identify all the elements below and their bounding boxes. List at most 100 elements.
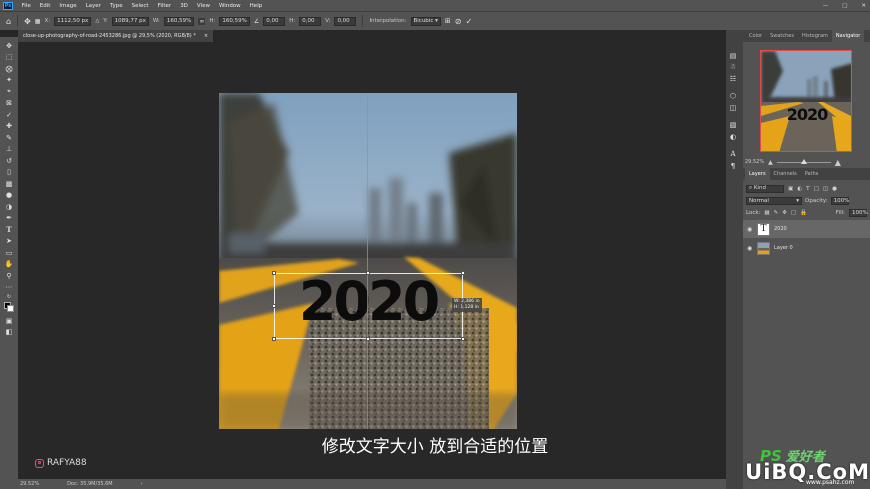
blur-tool-icon[interactable]: ● (2, 190, 16, 202)
libraries-icon[interactable]: ◫ (726, 102, 740, 114)
transform-handle-tc[interactable] (366, 271, 370, 275)
menu-help[interactable]: Help (245, 3, 267, 9)
layer-row-2020[interactable]: ◉ T 2020 (743, 220, 870, 238)
minimize-button[interactable]: — (823, 3, 829, 9)
history-brush-tool-icon[interactable]: ↺ (2, 155, 16, 167)
tab-histogram[interactable]: Histogram (798, 30, 832, 42)
swap-colors-icon[interactable]: ↻ (2, 293, 16, 301)
reference-point-icon[interactable]: ▦ (35, 18, 41, 25)
lasso-tool-icon[interactable]: ⨂ (2, 63, 16, 75)
move-tool-icon[interactable]: ✥ (2, 40, 16, 52)
eyedropper-tool-icon[interactable]: ✓ (2, 109, 16, 121)
menu-file[interactable]: File (17, 3, 35, 9)
pen-tool-icon[interactable]: ✒ (2, 213, 16, 225)
x-field[interactable]: 1112,50 px (54, 16, 92, 26)
dodge-tool-icon[interactable]: ◑ (2, 201, 16, 213)
color-swatches-icon[interactable] (2, 301, 16, 315)
zoom-slider[interactable] (776, 158, 831, 164)
cancel-transform-icon[interactable]: ⊘ (455, 17, 462, 26)
lock-artboard-icon[interactable]: □ (791, 210, 796, 216)
filter-smart-icon[interactable]: ◫ (823, 186, 828, 192)
transform-handle-bc[interactable] (366, 337, 370, 341)
vskew-field[interactable]: 0,00 (334, 16, 357, 26)
hskew-field[interactable]: 0,00 (299, 16, 322, 26)
filter-pixel-icon[interactable]: ▣ (788, 186, 793, 192)
zoom-tool-icon[interactable]: ⚲ (2, 270, 16, 282)
marquee-tool-icon[interactable]: ⬚ (2, 52, 16, 64)
rectangle-tool-icon[interactable]: ▭ (2, 247, 16, 259)
3d-icon[interactable]: ⬡ (726, 91, 740, 103)
tab-channels[interactable]: Channels (770, 168, 801, 180)
height-field[interactable]: 160,59% (219, 16, 250, 26)
visibility-eye-icon[interactable]: ◉ (747, 226, 753, 233)
document-tab[interactable]: close-up-photography-of-road-2453286.jpg… (18, 30, 214, 42)
menu-window[interactable]: Window (214, 3, 245, 9)
hand-tool-icon[interactable]: ✋ (2, 259, 16, 271)
styles-icon[interactable]: ◐ (726, 131, 740, 143)
transform-handle-tr[interactable] (461, 271, 465, 275)
menu-view[interactable]: View (192, 3, 214, 9)
menu-layer[interactable]: Layer (81, 3, 105, 9)
healing-brush-tool-icon[interactable]: ✚ (2, 121, 16, 133)
path-selection-tool-icon[interactable]: ➤ (2, 236, 16, 248)
y-field[interactable]: 1089,77 px (111, 16, 149, 26)
properties-icon[interactable]: ☷ (726, 73, 740, 85)
lock-position-icon[interactable]: ✥ (782, 210, 787, 216)
menu-type[interactable]: Type (105, 3, 127, 9)
screen-mode-icon[interactable]: ◧ (2, 327, 16, 339)
tab-swatches[interactable]: Swatches (766, 30, 798, 42)
tab-color[interactable]: Color (745, 30, 766, 42)
zoom-in-icon[interactable]: ▲ (835, 158, 841, 167)
width-field[interactable]: 160,59% (163, 16, 195, 26)
interpolation-select[interactable]: Bicubic ▾ (410, 16, 441, 26)
lock-transparent-icon[interactable]: ▦ (764, 210, 769, 216)
visibility-eye-icon[interactable]: ◉ (747, 245, 753, 252)
filter-adjust-icon[interactable]: ◐ (797, 186, 802, 192)
lock-all-icon[interactable]: 🔒 (800, 210, 807, 216)
transform-bounding-box[interactable] (274, 273, 463, 339)
crop-tool-icon[interactable]: ⌖ (2, 86, 16, 98)
more-tools-icon[interactable]: ⋯ (2, 282, 16, 294)
menu-3d[interactable]: 3D (176, 3, 193, 9)
type-tool-icon[interactable]: T (2, 224, 16, 236)
delta-icon[interactable]: △ (95, 18, 99, 24)
paragraph-icon[interactable]: ¶ (726, 160, 740, 172)
chain-link-icon[interactable]: ∞ (198, 17, 206, 25)
fill-field[interactable]: 100% (849, 208, 868, 217)
zoom-out-icon[interactable]: ▲ (768, 159, 773, 166)
opacity-field[interactable]: 100% (830, 196, 849, 205)
tab-paths[interactable]: Paths (801, 168, 823, 180)
quick-select-tool-icon[interactable]: ✦ (2, 75, 16, 87)
warp-mode-icon[interactable]: ⊞ (445, 17, 451, 25)
navigator-zoom-value[interactable]: 29.52% (745, 159, 764, 165)
menu-filter[interactable]: Filter (153, 3, 176, 9)
menu-edit[interactable]: Edit (35, 3, 55, 9)
frame-tool-icon[interactable]: ⊠ (2, 98, 16, 110)
layer-name[interactable]: 2020 (774, 226, 787, 232)
layer-name[interactable]: Layer 0 (774, 245, 793, 251)
layer-kind-filter[interactable]: ⌕ Kind (746, 184, 784, 193)
close-window-button[interactable]: ✕ (861, 3, 866, 9)
maximize-button[interactable]: □ (842, 3, 847, 9)
layer-row-layer-0[interactable]: ◉ Layer 0 (743, 239, 870, 257)
filter-toggle-icon[interactable]: ● (832, 186, 837, 192)
transform-handle-bl[interactable] (272, 337, 276, 341)
history-icon[interactable]: ▤ (726, 50, 740, 62)
angle-field[interactable]: 0,00 (263, 16, 286, 26)
blend-mode-select[interactable]: Normal ▾ (746, 196, 802, 205)
character-icon[interactable]: A (726, 149, 740, 161)
tab-navigator[interactable]: Navigator (831, 30, 865, 42)
home-icon[interactable]: ⌂ (6, 17, 11, 26)
eraser-tool-icon[interactable]: ▯ (2, 167, 16, 179)
menu-select[interactable]: Select (127, 3, 153, 9)
brush-tool-icon[interactable]: ✎ (2, 132, 16, 144)
gradient-tool-icon[interactable]: ▩ (2, 178, 16, 190)
menu-image[interactable]: Image (55, 3, 81, 9)
lock-pixels-icon[interactable]: ✎ (774, 210, 779, 216)
brushes-icon[interactable]: ▧ (726, 120, 740, 132)
commit-transform-icon[interactable]: ✓ (465, 17, 472, 26)
zoom-level[interactable]: 29.52% (20, 481, 39, 487)
move-tool-preset-icon[interactable]: ✥ (24, 17, 31, 26)
transform-handle-tl[interactable] (272, 271, 276, 275)
status-arrow-icon[interactable]: › (141, 481, 143, 487)
